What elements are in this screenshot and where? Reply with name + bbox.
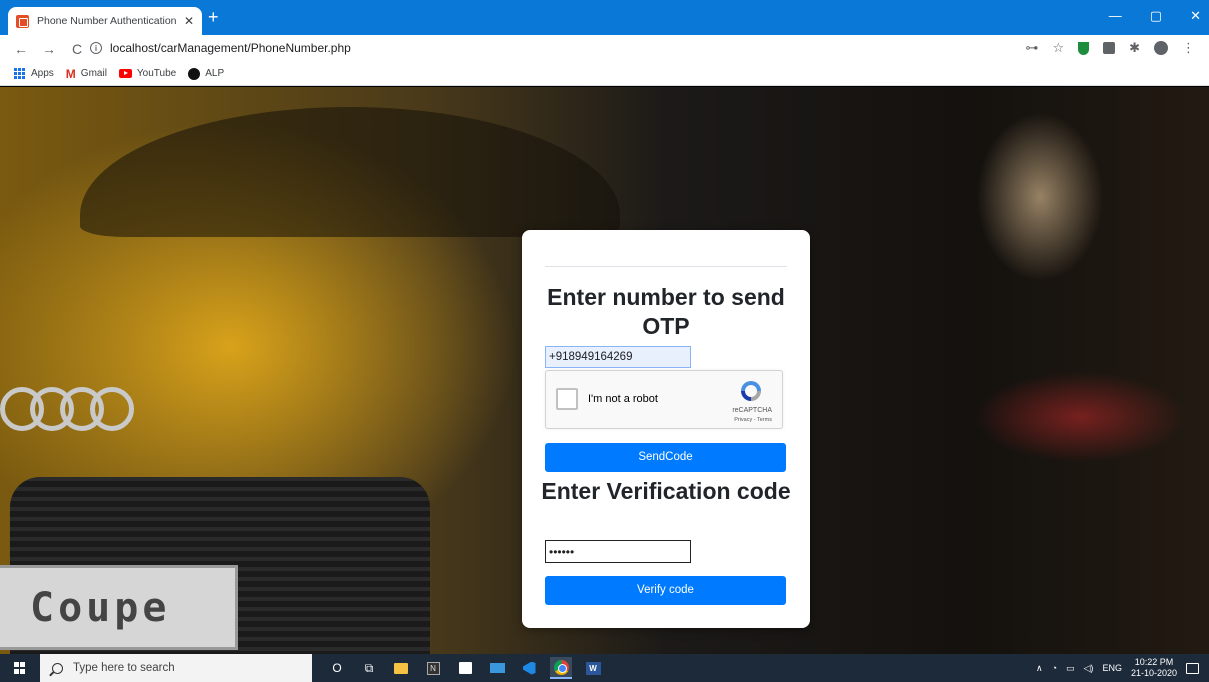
notion-icon: N [426,661,440,675]
key-icon[interactable]: ⊶ [1025,40,1038,56]
verification-heading: Enter Verification code [541,478,791,504]
site-favicon-icon [16,14,29,28]
site-info-icon[interactable]: i [90,42,102,54]
youtube-icon [118,69,132,78]
tray-chevron-icon[interactable]: ∧ [1036,663,1043,674]
clock-time: 10:22 PM [1134,657,1174,667]
clock-date: 21-10-2020 [1130,668,1177,678]
taskbar-clock[interactable]: 10:22 PM 21-10-2020 [1131,657,1177,679]
car-logo-rings [0,387,134,431]
chrome-icon [553,659,569,675]
gmail-icon: M [65,66,76,81]
taskbar-notion[interactable]: N [422,657,444,679]
license-plate: Coupe [0,565,238,650]
word-icon: W [585,661,601,675]
task-view-icon[interactable]: ⧉ [358,657,380,679]
taskbar-file-explorer[interactable] [390,657,412,679]
taskbar-apps: O ⧉ N W [326,657,604,679]
start-button[interactable] [0,654,40,682]
profile-avatar-icon[interactable] [1154,41,1168,55]
recaptcha-terms-link[interactable]: Privacy - Terms [734,417,772,423]
windows-logo-icon [14,662,26,674]
verification-code-input[interactable] [545,540,691,563]
taskbar-chrome[interactable] [550,657,572,679]
language-indicator[interactable]: ENG [1102,663,1122,673]
car-windshield [80,107,620,237]
browser-tab-active[interactable]: Phone Number Authentication w ✕ [8,7,202,35]
mail-icon [489,663,505,673]
recaptcha-label: I'm not a robot [588,393,658,405]
phone-number-input[interactable] [545,346,691,368]
cortana-icon[interactable]: O [326,657,348,679]
tab-title: Phone Number Authentication w [37,15,178,27]
system-tray: ∧ ◔ ▭ ◁) ENG 10:22 PM 21-10-2020 [1036,654,1199,682]
toolbar-icons: ⊶ ☆ ✱ ⋮ [1025,40,1195,56]
reload-button[interactable]: C [70,41,84,57]
recaptcha-brand: reCAPTCHA [732,407,772,414]
notification-icon[interactable] [1186,662,1199,674]
windows-taskbar: Type here to search O ⧉ N W ∧ ◔ ▭ ◁) ENG… [0,654,1209,682]
bookmark-label: Gmail [80,68,107,79]
taskbar-search-box[interactable]: Type here to search [40,654,312,682]
phone-heading: Enter number to send OTP [547,284,785,339]
bookmark-star-icon[interactable]: ☆ [1052,40,1064,56]
taskbar-word[interactable]: W [582,657,604,679]
recaptcha-checkbox[interactable] [556,388,578,410]
folder-icon [394,662,408,674]
close-window-button[interactable]: ✕ [1190,8,1201,24]
bookmark-gmail[interactable]: M Gmail [66,67,107,81]
bookmark-label: YouTube [136,68,177,79]
recaptcha-widget: I'm not a robot reCAPTCHA Privacy - Term… [545,370,783,429]
volume-icon[interactable]: ◁) [1084,663,1094,674]
minimize-button[interactable]: — [1109,8,1122,24]
bookmark-label: Apps [31,68,54,79]
bookmark-label: ALP [205,68,225,79]
taskbar-vscode[interactable] [518,657,540,679]
recaptcha-logo-icon [741,381,761,401]
browser-tab-bar: Phone Number Authentication w ✕ + — ▢ ✕ [0,0,1209,35]
card-divider [545,266,787,267]
taskbar-store[interactable] [454,657,476,679]
battery-icon[interactable]: ▭ [1066,663,1075,674]
verify-code-button[interactable]: Verify code [545,576,786,605]
shield-extension-icon[interactable] [1078,41,1090,55]
browser-menu-icon[interactable]: ⋮ [1182,40,1195,56]
vscode-icon [522,661,536,675]
otp-auth-card: Enter number to send OTP I'm not a robot… [522,230,810,628]
taskbar-mail[interactable] [486,657,508,679]
github-icon [188,67,201,80]
bookmark-alp[interactable]: ALP [188,67,225,80]
address-url[interactable]: localhost/carManagement/PhoneNumber.php [110,41,351,55]
new-tab-button[interactable]: + [208,8,219,26]
browser-navigation-bar: ← → C i localhost/carManagement/PhoneNum… [0,35,1209,62]
address-bar[interactable]: i localhost/carManagement/PhoneNumber.ph… [90,37,1020,59]
tab-close-icon[interactable]: ✕ [184,14,194,28]
extensions-puzzle-icon[interactable]: ✱ [1129,40,1140,56]
window-controls: — ▢ ✕ [1109,8,1201,24]
taskbar-search-placeholder: Type here to search [73,662,175,674]
bookmarks-bar: Apps M Gmail YouTube ALP [0,62,1209,86]
bookmark-apps[interactable]: Apps [14,67,54,80]
apps-grid-icon [14,67,26,80]
extension-icon[interactable] [1103,42,1116,54]
plate-text: Coupe [30,584,171,631]
bookmark-youtube[interactable]: YouTube [118,68,177,79]
search-icon [52,662,63,674]
back-button[interactable]: ← [14,41,28,57]
store-bag-icon [458,662,472,674]
forward-button[interactable]: → [42,41,56,57]
network-icon[interactable]: ◔ [1052,663,1057,673]
maximize-button[interactable]: ▢ [1150,8,1162,24]
send-code-button[interactable]: SendCode [545,443,786,472]
